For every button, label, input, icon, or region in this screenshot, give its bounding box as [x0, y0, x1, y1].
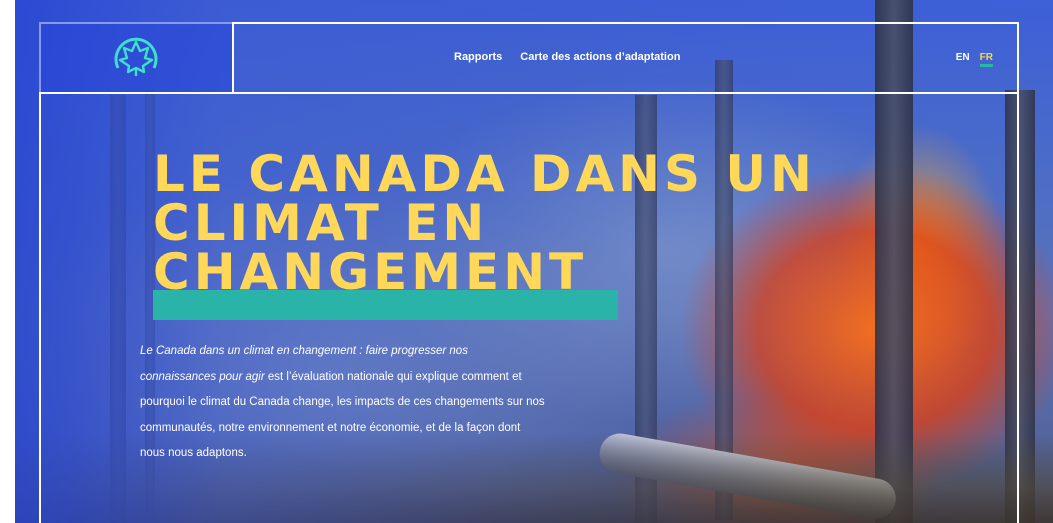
language-fr-link[interactable]: FR [979, 52, 993, 67]
description-text: est l’évaluation nationale qui explique … [140, 370, 545, 460]
language-switcher: EN FR [956, 52, 993, 67]
language-en-link[interactable]: EN [956, 52, 970, 67]
nav-item-rapports[interactable]: Rapports [454, 51, 502, 63]
maple-leaf-logo-icon [114, 37, 157, 76]
title-line: CLIMAT EN [153, 194, 489, 252]
logo-link[interactable] [39, 22, 234, 92]
title-line: CHANGEMENT [153, 243, 588, 301]
main-nav: Rapports Carte des actions d’adaptation [454, 51, 680, 63]
nav-item-carte-actions[interactable]: Carte des actions d’adaptation [520, 51, 680, 63]
hero-description: Le Canada dans un climat en changement :… [140, 339, 545, 467]
title-line: LE CANADA DANS UN [153, 145, 816, 203]
site-header: Rapports Carte des actions d’adaptation … [39, 22, 1019, 94]
page-title: LE CANADA DANS UN CLIMAT EN CHANGEMENT [153, 145, 873, 301]
